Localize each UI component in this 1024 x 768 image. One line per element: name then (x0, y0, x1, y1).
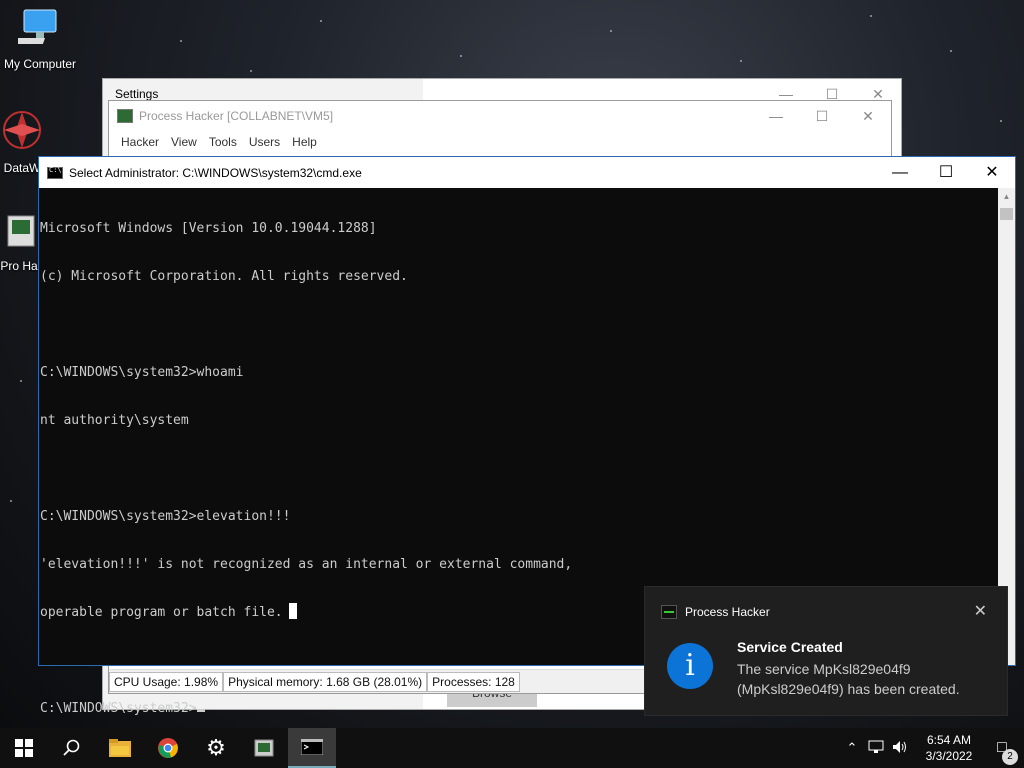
clock-time: 6:54 AM (926, 733, 972, 747)
cmd-window-title: Select Administrator: C:\WINDOWS\system3… (69, 165, 362, 180)
process-hacker-title: Process Hacker [COLLABNET\VM5] (139, 109, 334, 123)
info-icon: i (667, 643, 713, 689)
maximize-icon[interactable]: ☐ (923, 157, 969, 188)
terminal-line: Microsoft Windows [Version 10.0.19044.12… (40, 221, 377, 236)
clock-date: 3/3/2022 (925, 749, 973, 763)
terminal-line: (c) Microsoft Corporation. All rights re… (40, 269, 408, 284)
notification-toast[interactable]: Process Hacker ✕ i Service Created The s… (644, 586, 1008, 716)
action-center-button[interactable]: □ 2 (980, 739, 1024, 765)
clock[interactable]: 6:54 AM 3/3/2022 (918, 732, 980, 764)
dataw-app-icon (3, 111, 41, 149)
cmd-icon (47, 166, 63, 179)
settings-window-title: Settings (115, 87, 159, 101)
terminal-prompt: C:\WINDOWS\system32> (40, 701, 197, 716)
folder-icon (109, 739, 131, 757)
toast-message: The service MpKsl829e04f9 (MpKsl829e04f9… (737, 661, 960, 697)
terminal-line: ​ (40, 317, 998, 333)
terminal-line: C:\WINDOWS\system32>elevation!!! (40, 509, 291, 524)
search-button[interactable] (48, 728, 96, 768)
terminal-line: C:\WINDOWS\system32>whoami (40, 365, 244, 380)
volume-icon[interactable] (888, 740, 912, 757)
search-icon (63, 739, 80, 756)
close-icon[interactable]: ✕ (974, 601, 987, 621)
scrollbar-thumb[interactable] (1000, 208, 1013, 220)
close-icon[interactable]: ✕ (845, 101, 891, 131)
maximize-icon[interactable]: ☐ (799, 101, 845, 131)
scroll-up-icon[interactable]: ▲ (998, 188, 1015, 205)
taskbar: ⚙ ⌃ 6:54 AM 3/3/2022 □ 2 (0, 728, 1024, 768)
taskbar-chrome[interactable] (144, 728, 192, 768)
computer-icon (14, 9, 57, 44)
terminal-line: 'elevation!!!' is not recognized as an i… (40, 557, 573, 572)
taskbar-process-hacker[interactable] (240, 728, 288, 768)
taskbar-settings[interactable]: ⚙ (192, 728, 240, 768)
process-hacker-menubar: Hacker View Tools Users Help (109, 131, 891, 153)
toast-app-name: Process Hacker (685, 605, 770, 619)
chevron-up-icon[interactable]: ⌃ (840, 740, 864, 756)
process-hacker-app-icon (7, 215, 35, 247)
minimize-icon[interactable]: — (877, 157, 923, 188)
menu-view[interactable]: View (165, 135, 203, 149)
cmd-titlebar[interactable]: Select Administrator: C:\WINDOWS\system3… (39, 157, 1015, 188)
network-icon[interactable] (864, 740, 888, 757)
system-tray: ⌃ 6:54 AM 3/3/2022 □ 2 (840, 728, 1024, 768)
cmd-icon (301, 739, 323, 755)
gear-icon: ⚙ (206, 735, 226, 760)
notification-count-badge: 2 (1002, 749, 1018, 765)
mouse-text-cursor (289, 603, 297, 619)
menu-tools[interactable]: Tools (203, 135, 243, 149)
chrome-icon (158, 738, 178, 758)
process-hacker-window-controls: — ☐ ✕ (753, 101, 891, 131)
process-hacker-icon (661, 605, 677, 619)
menu-hacker[interactable]: Hacker (115, 135, 165, 149)
close-icon[interactable]: ✕ (969, 157, 1015, 188)
text-cursor (196, 709, 205, 712)
cmd-window-controls: — ☐ ✕ (877, 157, 1015, 188)
terminal-line: ​ (40, 461, 998, 477)
windows-logo-icon (15, 739, 33, 757)
minimize-icon[interactable]: — (753, 101, 799, 131)
start-button[interactable] (0, 728, 48, 768)
taskbar-file-explorer[interactable] (96, 728, 144, 768)
taskbar-cmd[interactable] (288, 728, 336, 768)
process-hacker-icon (254, 739, 274, 757)
terminal-line: nt authority\system (40, 413, 189, 428)
menu-users[interactable]: Users (243, 135, 286, 149)
toast-title: Service Created (737, 639, 843, 655)
menu-help[interactable]: Help (286, 135, 323, 149)
process-hacker-icon (117, 109, 133, 123)
desktop-icon-label: My Computer (3, 57, 77, 71)
desktop-icon-my-computer[interactable]: My Computer (0, 8, 80, 71)
